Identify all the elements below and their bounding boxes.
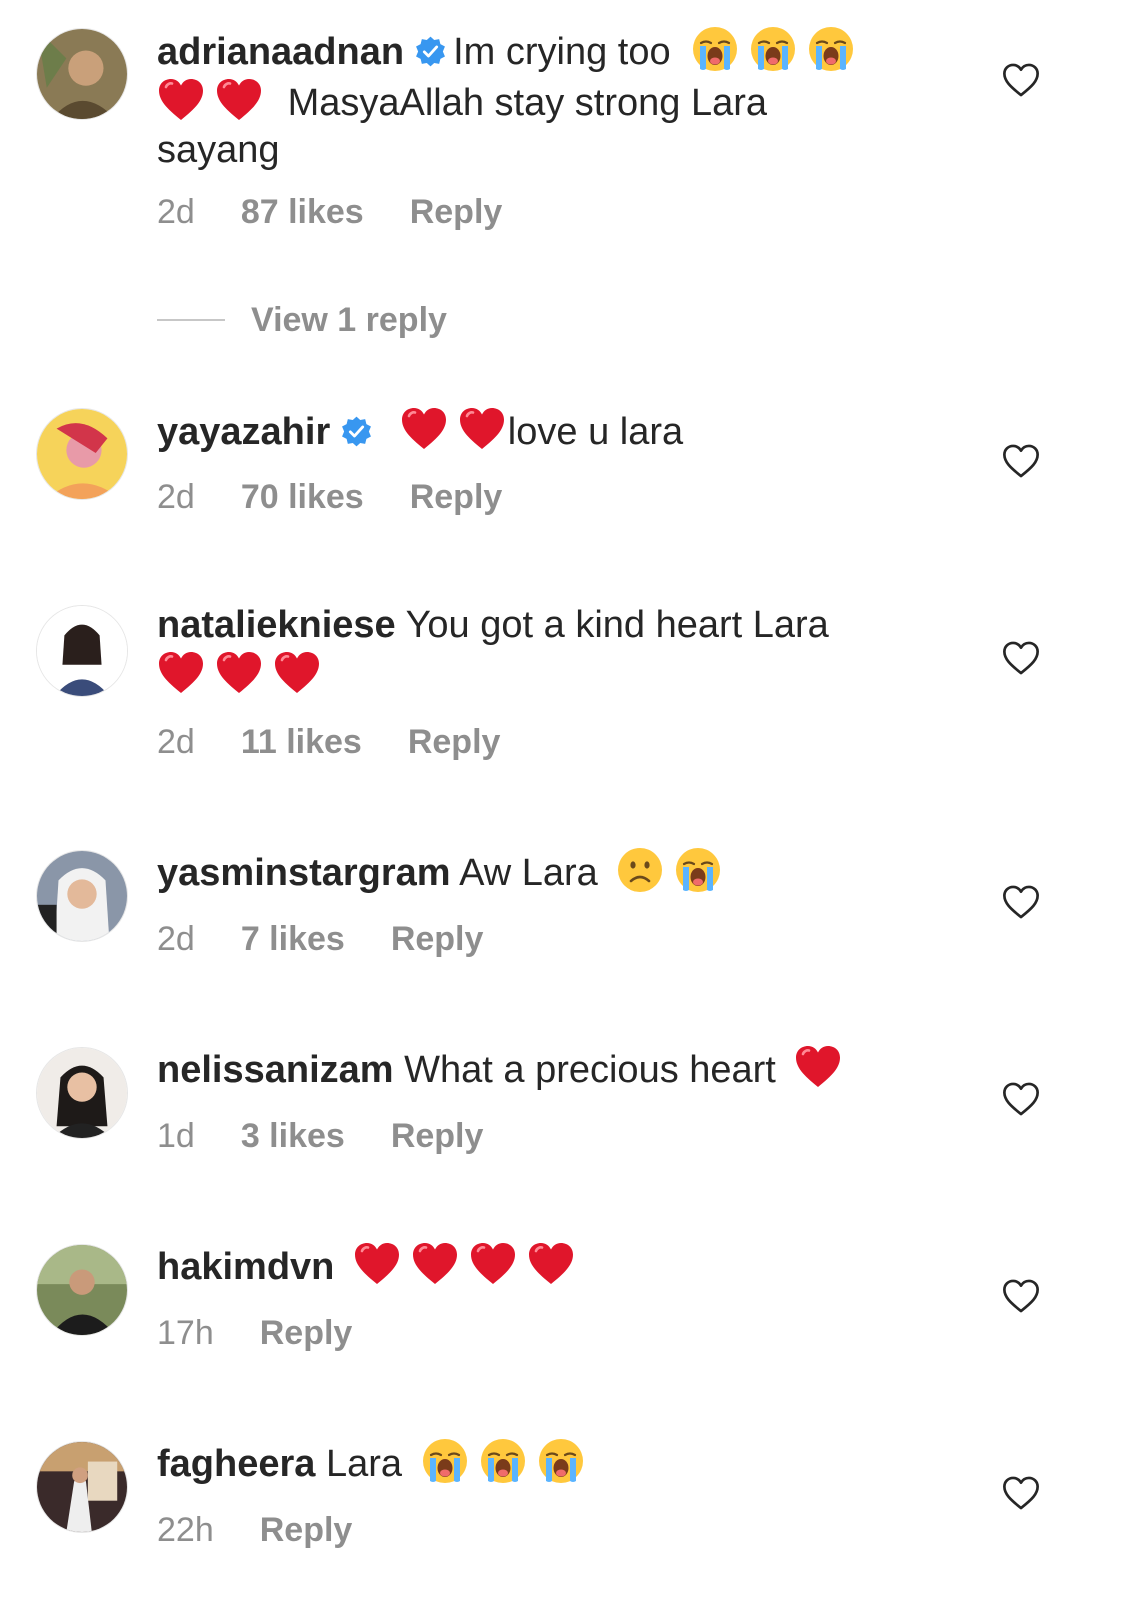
comment-likes[interactable]: 11 likes bbox=[241, 723, 362, 761]
crying-emoji bbox=[691, 25, 739, 73]
comment-body: nelissanizam What a precious heart bbox=[157, 1043, 947, 1094]
red-heart-emoji bbox=[157, 76, 205, 124]
crying-emoji bbox=[749, 25, 797, 73]
divider bbox=[157, 319, 225, 321]
avatar[interactable] bbox=[36, 605, 128, 697]
avatar[interactable] bbox=[36, 408, 128, 500]
reply-button[interactable]: Reply bbox=[408, 723, 501, 761]
crying-emoji bbox=[537, 1437, 585, 1485]
red-heart-emoji bbox=[273, 649, 321, 697]
red-heart-emoji bbox=[215, 76, 263, 124]
reply-button[interactable]: Reply bbox=[410, 478, 503, 516]
comment-text: MasyaAllah stay strong Lara bbox=[287, 82, 768, 124]
like-heart-icon[interactable] bbox=[1002, 1475, 1040, 1511]
like-heart-icon[interactable] bbox=[1002, 443, 1040, 479]
comment-username[interactable]: yayazahir bbox=[157, 411, 330, 453]
comment-username[interactable]: adrianaadnan bbox=[157, 31, 404, 73]
comment-body: natalieknie­se You got a kind heart Lara bbox=[157, 602, 947, 700]
comment-meta: 1d 3 likes Reply bbox=[157, 1116, 483, 1156]
comment-username[interactable]: nelissanizam bbox=[157, 1049, 394, 1091]
crying-emoji bbox=[674, 846, 722, 894]
comment-text: What a precious heart bbox=[404, 1049, 776, 1091]
red-heart-emoji bbox=[527, 1240, 575, 1288]
comment-meta: 22h Reply bbox=[157, 1510, 352, 1550]
frowning-emoji bbox=[616, 846, 664, 894]
red-heart-emoji bbox=[215, 649, 263, 697]
comment-time: 17h bbox=[157, 1314, 214, 1352]
comment-text: sayang bbox=[157, 129, 280, 171]
avatar[interactable] bbox=[36, 1441, 128, 1533]
comment-text: Aw Lara bbox=[459, 852, 598, 894]
comment-meta: 17h Reply bbox=[157, 1313, 352, 1353]
reply-button[interactable]: Reply bbox=[391, 1117, 484, 1155]
like-heart-icon[interactable] bbox=[1002, 640, 1040, 676]
comment-text: You got a kind heart Lara bbox=[405, 604, 829, 646]
red-heart-emoji bbox=[400, 405, 448, 453]
comment-text: Im crying too bbox=[453, 31, 671, 73]
comment-time: 1d bbox=[157, 1117, 195, 1155]
comment-likes[interactable]: 87 likes bbox=[241, 193, 364, 231]
reply-button[interactable]: Reply bbox=[410, 193, 503, 231]
comment-meta: 2d 7 likes Reply bbox=[157, 919, 483, 959]
comment-username[interactable]: hakimdvn bbox=[157, 1246, 334, 1288]
verified-badge-icon bbox=[414, 35, 447, 68]
avatar[interactable] bbox=[36, 28, 128, 120]
comment-time: 22h bbox=[157, 1511, 214, 1549]
red-heart-emoji bbox=[353, 1240, 401, 1288]
comment-time: 2d bbox=[157, 193, 195, 231]
reply-button[interactable]: Reply bbox=[260, 1314, 353, 1352]
red-heart-emoji bbox=[469, 1240, 517, 1288]
reply-button[interactable]: Reply bbox=[391, 920, 484, 958]
reply-button[interactable]: Reply bbox=[260, 1511, 353, 1549]
comment-likes[interactable]: 3 likes bbox=[241, 1117, 345, 1155]
comment-meta: 2d 70 likes Reply bbox=[157, 477, 502, 517]
red-heart-emoji bbox=[458, 405, 506, 453]
crying-emoji bbox=[421, 1437, 469, 1485]
comment-time: 2d bbox=[157, 478, 195, 516]
crying-emoji bbox=[807, 25, 855, 73]
view-replies-label[interactable]: View 1 reply bbox=[251, 298, 447, 342]
comment-username[interactable]: natalieknie­se bbox=[157, 604, 396, 646]
red-heart-emoji bbox=[411, 1240, 459, 1288]
comment-body: yasminstargram Aw Lara bbox=[157, 846, 947, 897]
crying-emoji bbox=[479, 1437, 527, 1485]
comment-likes[interactable]: 7 likes bbox=[241, 920, 345, 958]
like-heart-icon[interactable] bbox=[1002, 1278, 1040, 1314]
comment-text: Lara bbox=[325, 1443, 403, 1485]
avatar[interactable] bbox=[36, 1047, 128, 1139]
red-heart-emoji bbox=[794, 1043, 842, 1091]
avatar[interactable] bbox=[36, 1244, 128, 1336]
comment-body: fagheera Lara bbox=[157, 1437, 947, 1488]
comment-body: yayazahir love u lara bbox=[157, 405, 947, 456]
comment-meta: 2d 87 likes Reply bbox=[157, 192, 502, 232]
like-heart-icon[interactable] bbox=[1002, 1081, 1040, 1117]
comment-time: 2d bbox=[157, 723, 195, 761]
avatar[interactable] bbox=[36, 850, 128, 942]
like-heart-icon[interactable] bbox=[1002, 62, 1040, 98]
red-heart-emoji bbox=[157, 649, 205, 697]
comment-body: adrianaadnan Im crying too MasyaAllah sta… bbox=[157, 25, 947, 174]
comment-username[interactable]: yasminstargram bbox=[157, 852, 451, 894]
comment-time: 2d bbox=[157, 920, 195, 958]
comment-username[interactable]: fagheera bbox=[157, 1443, 315, 1485]
comment-likes[interactable]: 70 likes bbox=[241, 478, 364, 516]
verified-badge-icon bbox=[340, 415, 373, 448]
like-heart-icon[interactable] bbox=[1002, 884, 1040, 920]
comment-meta: 2d 11 likes Reply bbox=[157, 722, 500, 762]
comment-body: hakimdvn bbox=[157, 1240, 947, 1291]
comment-text: love u lara bbox=[507, 411, 684, 453]
